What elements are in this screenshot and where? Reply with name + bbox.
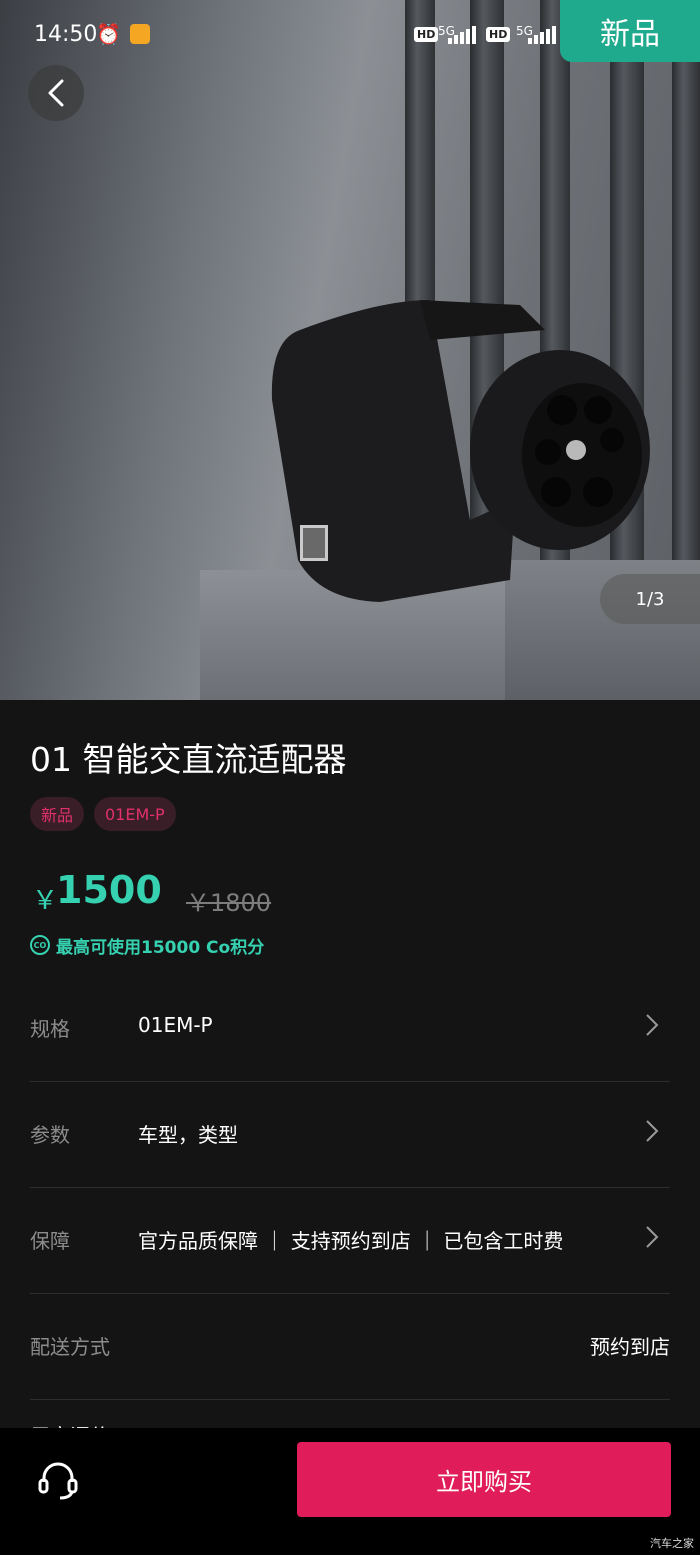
params-value: 车型，类型 xyxy=(138,1123,238,1147)
delivery-value: 预约到店 xyxy=(590,1335,670,1359)
original-price: ￥1800 xyxy=(186,889,272,917)
signal-bars-icon xyxy=(528,26,556,44)
row-guarantee[interactable]: 保障 官方品质保障 ｜ 支持预约到店 ｜ 已包含工时费 xyxy=(30,1187,670,1294)
delivery-label: 配送方式 xyxy=(30,1335,110,1359)
back-icon xyxy=(48,79,64,107)
signal-bars-icon xyxy=(448,26,476,44)
row-spec[interactable]: 规格 01EM-P xyxy=(30,975,670,1082)
buy-now-button[interactable]: 立即购买 xyxy=(297,1442,671,1517)
product-price: 1500 xyxy=(56,868,162,912)
watermark: 汽车之家 xyxy=(650,1537,694,1550)
new-product-badge: 新品 xyxy=(560,0,700,62)
note-icon xyxy=(130,24,150,44)
chevron-right-icon xyxy=(646,1226,659,1248)
product-photo-adapter xyxy=(271,300,650,602)
hd-badge: HD xyxy=(414,27,439,42)
alarm-icon: ⏰ xyxy=(96,22,121,46)
chevron-right-icon xyxy=(646,1014,659,1036)
back-button[interactable] xyxy=(28,65,84,121)
spec-label: 规格 xyxy=(30,1017,70,1041)
tag-new: 新品 xyxy=(30,797,85,831)
guarantee-label: 保障 xyxy=(30,1229,70,1253)
hd-badge: HD xyxy=(486,27,511,42)
points-info: 最高可使用15000 Co积分 xyxy=(56,938,265,958)
co-points-icon: CO xyxy=(30,935,50,955)
params-label: 参数 xyxy=(30,1123,70,1147)
row-delivery: 配送方式 预约到店 xyxy=(30,1293,670,1400)
product-title: 01 智能交直流适配器 xyxy=(30,740,347,779)
status-time: 14:50 xyxy=(34,22,98,47)
spec-value: 01EM-P xyxy=(138,1013,213,1037)
guarantee-value: 官方品质保障 ｜ 支持预约到店 ｜ 已包含工时费 xyxy=(138,1229,564,1253)
bottom-action-bar: 立即购买 汽车之家 xyxy=(0,1428,700,1555)
product-image-carousel[interactable] xyxy=(0,0,700,700)
chevron-right-icon xyxy=(646,1120,659,1142)
price-currency: ￥ xyxy=(32,886,59,916)
tag-model: 01EM-P xyxy=(94,797,176,831)
image-pager: 1/3 xyxy=(600,574,700,624)
row-params[interactable]: 参数 车型，类型 xyxy=(30,1081,670,1188)
headset-icon[interactable] xyxy=(36,1458,80,1502)
